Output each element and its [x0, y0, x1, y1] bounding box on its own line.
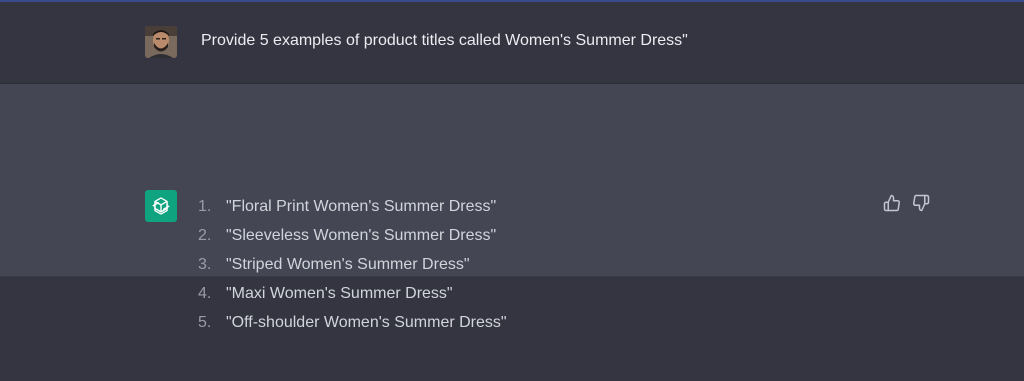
- list-item-text: "Maxi Women's Summer Dress": [226, 285, 453, 302]
- list-number: 3.: [198, 256, 212, 273]
- list-item: 5. "Off-shoulder Women's Summer Dress": [196, 311, 507, 340]
- list-number: 1.: [198, 198, 212, 215]
- assistant-message-row: 1. "Floral Print Women's Summer Dress" 2.…: [0, 84, 1024, 331]
- list-item-text: "Sleeveless Women's Summer Dress": [226, 227, 497, 244]
- user-avatar: [145, 26, 177, 58]
- assistant-answer-list: 1. "Floral Print Women's Summer Dress" 2.…: [196, 195, 507, 340]
- openai-logo-icon: [145, 190, 177, 222]
- thumbs-down-icon[interactable]: [912, 194, 932, 214]
- list-item-text: "Floral Print Women's Summer Dress": [226, 198, 497, 215]
- list-item: 4. "Maxi Women's Summer Dress": [196, 282, 507, 311]
- list-item: 2. "Sleeveless Women's Summer Dress": [196, 224, 507, 253]
- list-number: 2.: [198, 227, 212, 244]
- list-item-text: "Off-shoulder Women's Summer Dress": [226, 314, 507, 331]
- list-item-text: "Striped Women's Summer Dress": [226, 256, 470, 273]
- list-item: 1. "Floral Print Women's Summer Dress": [196, 195, 507, 224]
- user-message-row: Provide 5 examples of product titles cal…: [0, 2, 1024, 84]
- list-number: 5.: [198, 314, 212, 331]
- chat-thread: Provide 5 examples of product titles cal…: [0, 2, 1024, 381]
- thumbs-up-icon[interactable]: [883, 194, 903, 214]
- list-item: 3. "Striped Women's Summer Dress": [196, 253, 507, 282]
- user-message-text: Provide 5 examples of product titles cal…: [201, 32, 688, 49]
- list-number: 4.: [198, 285, 212, 302]
